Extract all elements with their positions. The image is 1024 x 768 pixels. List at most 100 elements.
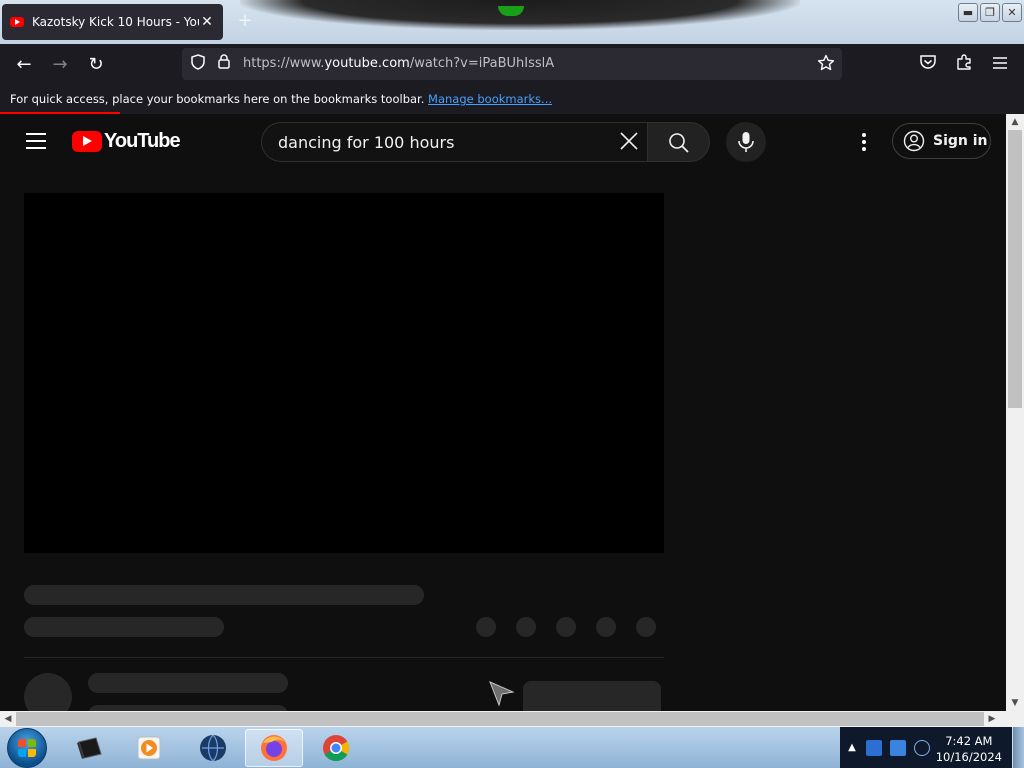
- youtube-play-icon: [72, 131, 102, 152]
- taskbar-chrome[interactable]: [307, 729, 365, 767]
- kebab-dot: [862, 133, 866, 137]
- system-tray: ▲ 7:42 AM 10/16/2024: [840, 727, 1024, 768]
- show-desktop-button[interactable]: [1012, 727, 1024, 768]
- action-skeleton: [556, 617, 576, 637]
- clear-search-icon[interactable]: [617, 131, 641, 155]
- action-skeleton: [636, 617, 656, 637]
- guide-menu-icon[interactable]: [26, 133, 46, 149]
- subscribe-skeleton: [523, 681, 661, 711]
- bookmarks-message: For quick access, place your bookmarks h…: [10, 92, 425, 106]
- url-prefix: https://www.: [243, 56, 325, 71]
- settings-kebab-icon[interactable]: [852, 128, 876, 156]
- title-skeleton: [24, 585, 424, 605]
- avatar-skeleton: [24, 673, 72, 711]
- bookmark-star-icon[interactable]: [816, 54, 836, 74]
- youtube-page: YouTube Sign in: [0, 114, 1006, 711]
- scroll-down-icon[interactable]: ▼: [1006, 695, 1024, 711]
- menu-line: [26, 133, 46, 135]
- firefox-icon: [261, 735, 287, 761]
- youtube-favicon-icon: [10, 17, 24, 27]
- search-box: [261, 122, 647, 162]
- globe-icon: [200, 734, 226, 762]
- action-skeleton: [596, 617, 616, 637]
- manage-bookmarks-link[interactable]: Manage bookmarks...: [428, 92, 552, 106]
- horizontal-scrollbar[interactable]: ◀ ▶: [0, 711, 1024, 727]
- terminal-icon: [77, 737, 102, 759]
- clock-date: 10/16/2024: [935, 750, 1002, 764]
- horizontal-scroll-thumb[interactable]: [16, 712, 984, 726]
- tab-title: Kazotsky Kick 10 Hours - YouTube: [32, 15, 199, 29]
- browser-titlebar: Kazotsky Kick 10 Hours - YouTube ✕ + ▬ ❐…: [0, 0, 1024, 44]
- bookmarks-toolbar: For quick access, place your bookmarks h…: [0, 86, 1024, 114]
- kebab-dot: [862, 147, 866, 151]
- search-input[interactable]: [278, 131, 608, 153]
- youtube-logo-text: YouTube: [104, 130, 181, 152]
- titlebar-decoration: [240, 0, 800, 30]
- search-icon: [669, 133, 689, 153]
- shield-icon[interactable]: [188, 54, 208, 74]
- tray-app-icon[interactable]: [866, 740, 882, 756]
- taskbar-terminal[interactable]: [60, 729, 118, 767]
- reload-button[interactable]: ↻: [84, 53, 108, 77]
- tab-youtube[interactable]: Kazotsky Kick 10 Hours - YouTube ✕: [2, 4, 223, 40]
- forward-button[interactable]: →: [48, 53, 72, 77]
- tab-close-icon[interactable]: ✕: [199, 14, 215, 30]
- chrome-icon: [323, 735, 350, 762]
- logo-quadrant: [18, 749, 26, 757]
- taskbar-network[interactable]: [184, 729, 242, 767]
- action-skeleton: [476, 617, 496, 637]
- tray-monitor-icon[interactable]: [890, 740, 906, 756]
- window-controls: ▬ ❐ ✕: [958, 3, 1022, 22]
- url-path: /watch?v=iPaBUhIsslA: [409, 56, 555, 71]
- minimize-button[interactable]: ▬: [958, 3, 978, 22]
- tray-network-icon[interactable]: [914, 740, 930, 756]
- kebab-dot: [862, 140, 866, 144]
- start-button[interactable]: [7, 728, 47, 768]
- menu-line: [26, 147, 46, 149]
- lock-icon[interactable]: [214, 54, 234, 74]
- channel-skeleton: [88, 673, 288, 693]
- vertical-scroll-thumb[interactable]: [1008, 130, 1022, 408]
- youtube-logo[interactable]: YouTube: [72, 130, 181, 153]
- close-window-button[interactable]: ✕: [1002, 3, 1022, 22]
- section-divider: [24, 657, 664, 658]
- microphone-icon: [738, 132, 754, 152]
- action-skeleton: [516, 617, 536, 637]
- mouse-cursor-icon: [489, 681, 515, 707]
- menu-line: [26, 140, 46, 142]
- account-icon: [903, 130, 925, 152]
- logo-quadrant: [28, 739, 36, 747]
- sign-in-label: Sign in: [933, 133, 988, 149]
- back-button[interactable]: ←: [12, 53, 36, 77]
- show-hidden-icons-icon[interactable]: ▲: [844, 740, 860, 756]
- restore-button[interactable]: ❐: [980, 3, 1000, 22]
- scroll-up-icon[interactable]: ▲: [1006, 114, 1024, 130]
- pocket-icon[interactable]: [916, 53, 940, 77]
- vertical-scrollbar[interactable]: ▲ ▼: [1006, 114, 1024, 711]
- taskbar-clock[interactable]: 7:42 AM 10/16/2024: [936, 733, 1002, 765]
- scroll-right-icon[interactable]: ▶: [984, 711, 1000, 727]
- url-text[interactable]: https://www.youtube.com/watch?v=iPaBUhIs…: [243, 56, 554, 71]
- screen: Kazotsky Kick 10 Hours - YouTube ✕ + ▬ ❐…: [0, 0, 1024, 768]
- media-player-icon: [137, 736, 161, 760]
- decoration-dot: [498, 6, 524, 16]
- app-menu-icon[interactable]: [988, 53, 1012, 77]
- voice-search-button[interactable]: [726, 122, 766, 162]
- browser-navbar: ← → ↻ https://www.youtube.com/watch?v=iP…: [0, 44, 1024, 86]
- logo-quadrant: [18, 739, 26, 747]
- sign-in-button[interactable]: Sign in: [892, 123, 991, 159]
- logo-quadrant: [28, 749, 36, 757]
- video-player[interactable]: [24, 193, 664, 553]
- scroll-left-icon[interactable]: ◀: [0, 711, 16, 727]
- windows-taskbar: ▲ 7:42 AM 10/16/2024: [0, 727, 1024, 768]
- search-button[interactable]: [647, 122, 710, 162]
- new-tab-button[interactable]: +: [234, 10, 256, 32]
- url-host: youtube.com: [324, 56, 410, 71]
- subtitle-skeleton: [24, 617, 224, 637]
- taskbar-media-player[interactable]: [120, 729, 178, 767]
- clock-time: 7:42 AM: [945, 734, 993, 748]
- extensions-icon[interactable]: [952, 53, 976, 77]
- url-bar[interactable]: https://www.youtube.com/watch?v=iPaBUhIs…: [182, 48, 842, 80]
- taskbar-firefox[interactable]: [245, 729, 303, 767]
- windows-logo-icon: [18, 739, 36, 757]
